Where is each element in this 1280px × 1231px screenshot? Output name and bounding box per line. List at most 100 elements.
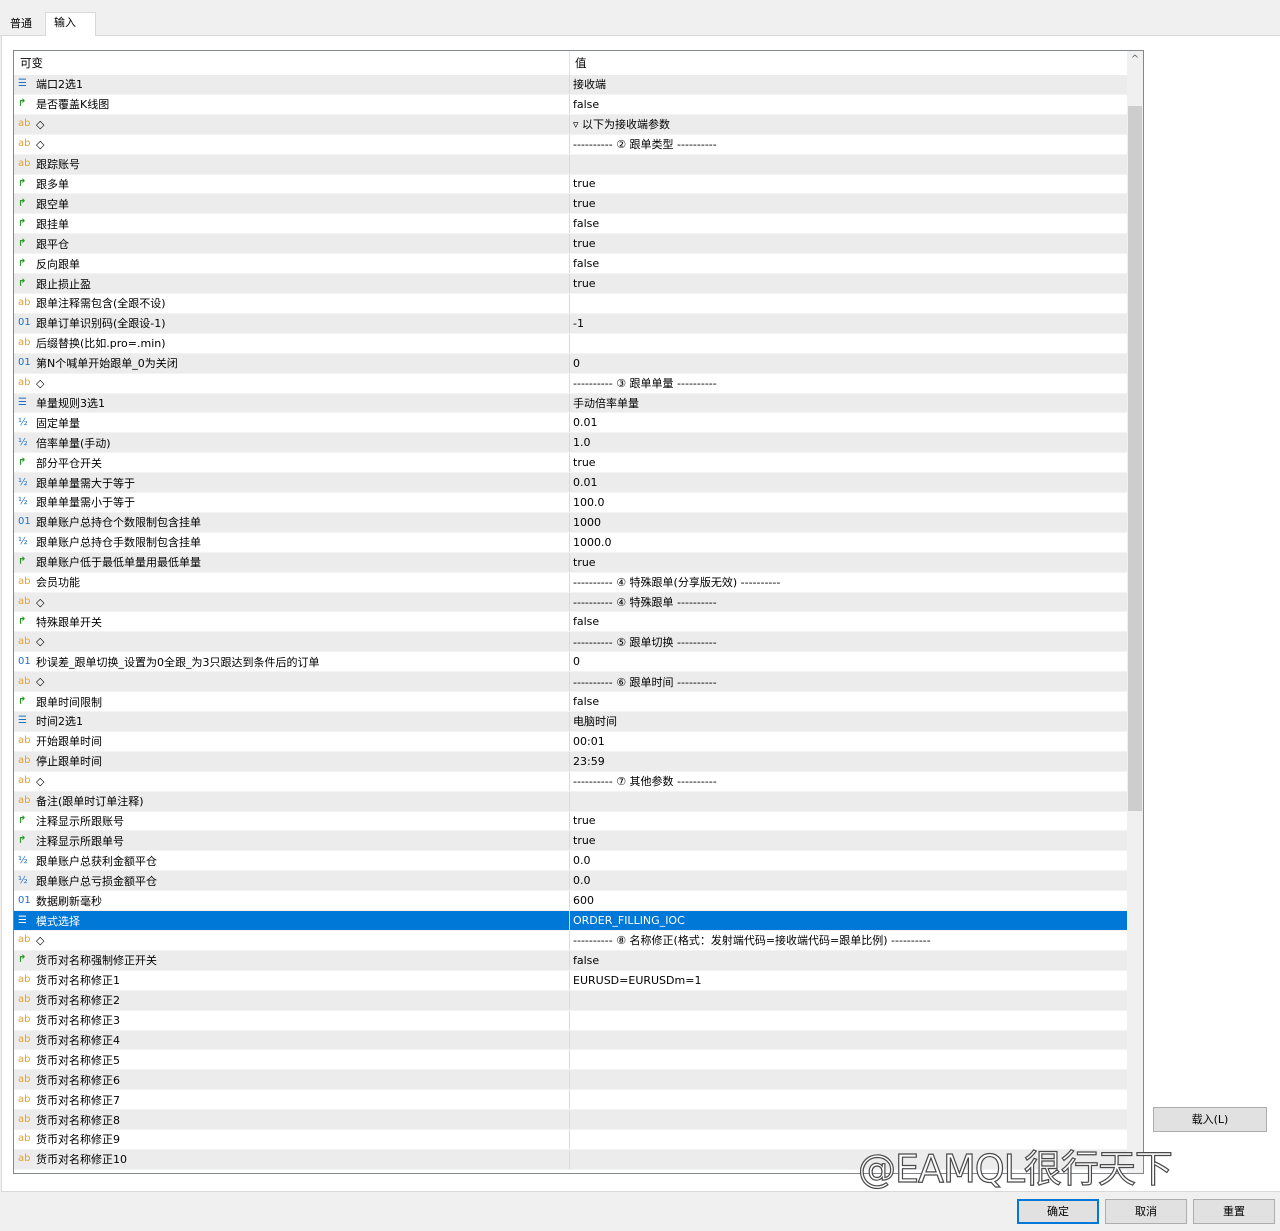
parameter-name-cell[interactable]: ab ◇ — [14, 373, 570, 393]
parameter-row[interactable]: 01 秒误差_跟单切换_设置为0全跟_为3只跟达到条件后的订单 0 — [14, 652, 1127, 673]
parameter-name-cell[interactable]: ab 货币对名称修正8 — [14, 1110, 570, 1130]
parameter-row[interactable]: ½ 跟单账户总亏损金额平仓 0.0 — [14, 871, 1127, 892]
parameter-name-cell[interactable]: ↱ 反向跟单 — [14, 254, 570, 274]
parameter-name-cell[interactable]: ab 跟踪账号 — [14, 154, 570, 174]
parameter-row[interactable]: ab 停止跟单时间 23:59 — [14, 751, 1127, 772]
parameter-row[interactable]: ab 货币对名称修正6 — [14, 1070, 1127, 1091]
parameter-name-cell[interactable]: ↱ 跟止损止盈 — [14, 274, 570, 293]
reset-button[interactable]: 重置 — [1193, 1199, 1275, 1224]
parameter-name-cell[interactable]: ½ 跟单单量需小于等于 — [14, 493, 570, 512]
parameter-value-cell[interactable] — [570, 991, 1127, 1010]
column-header-variable[interactable]: 可变 — [14, 51, 570, 75]
parameter-row[interactable]: ab ◇ ---------- ③ 跟单单量 ---------- — [14, 373, 1127, 394]
parameter-row[interactable]: ab 货币对名称修正2 — [14, 990, 1127, 1011]
parameter-row[interactable]: ab 开始跟单时间 00:01 — [14, 731, 1127, 752]
parameter-value-cell[interactable]: 1000.0 — [570, 533, 1127, 552]
parameter-name-cell[interactable]: ☰ 端口2选1 — [14, 75, 570, 94]
parameter-row[interactable]: ab ◇ ---------- ⑥ 跟单时间 ---------- — [14, 672, 1127, 693]
parameter-value-cell[interactable]: true — [570, 274, 1127, 293]
parameter-name-cell[interactable]: ↱ 注释显示所跟账号 — [14, 811, 570, 831]
parameter-row[interactable]: ab 货币对名称修正4 — [14, 1030, 1127, 1051]
parameter-row[interactable]: ab 备注(跟单时订单注释) — [14, 791, 1127, 812]
parameter-row[interactable]: ab 货币对名称修正7 — [14, 1090, 1127, 1111]
parameter-row[interactable]: ↱ 是否覆盖K线图 false — [14, 94, 1127, 115]
parameter-value-cell[interactable]: false — [570, 254, 1127, 273]
parameter-name-cell[interactable]: ↱ 跟单时间限制 — [14, 692, 570, 711]
parameter-name-cell[interactable]: ab ◇ — [14, 114, 570, 134]
parameter-value-cell[interactable]: true — [570, 831, 1127, 850]
parameter-name-cell[interactable]: ↱ 特殊跟单开关 — [14, 612, 570, 632]
parameter-name-cell[interactable]: ½ 跟单账户总亏损金额平仓 — [14, 871, 570, 891]
parameter-value-cell[interactable]: 1000 — [570, 513, 1127, 532]
scroll-up-icon[interactable]: ^ — [1127, 51, 1143, 68]
parameter-value-cell[interactable] — [570, 792, 1127, 811]
parameter-row[interactable]: ½ 跟单单量需大于等于 0.01 — [14, 473, 1127, 494]
parameter-row[interactable]: ↱ 跟多单 true — [14, 174, 1127, 195]
parameter-name-cell[interactable]: ↱ 跟挂单 — [14, 214, 570, 234]
parameter-value-cell[interactable]: ---------- ⑤ 跟单切换 ---------- — [570, 632, 1127, 651]
parameter-value-cell[interactable]: 100.0 — [570, 493, 1127, 512]
tab-common[interactable]: 普通 — [2, 14, 44, 36]
parameter-name-cell[interactable]: ab ◇ — [14, 134, 570, 154]
parameter-row[interactable]: ↱ 跟止损止盈 true — [14, 274, 1127, 294]
parameter-value-cell[interactable]: 0 — [570, 652, 1127, 671]
parameter-row[interactable]: ab ◇ ---------- ④ 特殊跟单 ---------- — [14, 592, 1127, 613]
parameter-value-cell[interactable] — [570, 155, 1127, 174]
parameter-value-cell[interactable]: false — [570, 951, 1127, 970]
parameter-value-cell[interactable]: true — [570, 453, 1127, 472]
parameter-name-cell[interactable]: 01 第N个喊单开始跟单_0为关闭 — [14, 353, 570, 373]
parameter-name-cell[interactable]: ½ 跟单单量需大于等于 — [14, 473, 570, 493]
parameter-value-cell[interactable]: true — [570, 812, 1127, 831]
parameter-row[interactable]: 01 跟单账户总持仓个数限制包含挂单 1000 — [14, 512, 1127, 533]
parameter-value-cell[interactable]: 0.01 — [570, 413, 1127, 432]
parameter-value-cell[interactable]: 0.0 — [570, 871, 1127, 890]
parameter-value-cell[interactable]: 手动倍率单量 — [570, 394, 1127, 413]
parameter-value-cell[interactable]: ▿ 以下为接收端参数 — [570, 115, 1127, 134]
parameter-value-cell[interactable] — [570, 1011, 1127, 1030]
parameter-value-cell[interactable]: 00:01 — [570, 732, 1127, 751]
parameter-value-cell[interactable]: 23:59 — [570, 752, 1127, 771]
parameter-value-cell[interactable]: ---------- ④ 特殊跟单 ---------- — [570, 593, 1127, 612]
parameter-value-cell[interactable]: false — [570, 214, 1127, 233]
parameter-name-cell[interactable]: 01 秒误差_跟单切换_设置为0全跟_为3只跟达到条件后的订单 — [14, 652, 570, 672]
parameter-row[interactable]: ab 跟单注释需包含(全跟不设) — [14, 293, 1127, 314]
parameter-row[interactable]: ☰ 端口2选1 接收端 — [14, 75, 1127, 95]
parameter-name-cell[interactable]: ab 货币对名称修正10 — [14, 1149, 570, 1169]
parameter-value-cell[interactable] — [570, 334, 1127, 353]
parameter-value-cell[interactable] — [570, 1110, 1127, 1129]
parameter-value-cell[interactable]: ---------- ③ 跟单单量 ---------- — [570, 374, 1127, 393]
parameter-name-cell[interactable]: ab 后缀替换(比如.pro=.min) — [14, 333, 570, 353]
parameter-row[interactable]: ab ◇ ▿ 以下为接收端参数 — [14, 114, 1127, 135]
parameter-value-cell[interactable]: true — [570, 553, 1127, 572]
parameter-name-cell[interactable]: ab 开始跟单时间 — [14, 731, 570, 751]
parameter-row[interactable]: 01 跟单订单识别码(全跟设-1) -1 — [14, 313, 1127, 334]
parameter-name-cell[interactable]: ab 货币对名称修正2 — [14, 990, 570, 1010]
parameter-name-cell[interactable]: ab ◇ — [14, 592, 570, 612]
parameter-value-cell[interactable]: ---------- ⑧ 名称修正(格式：发射端代码=接收端代码=跟单比例) -… — [570, 931, 1127, 950]
parameter-row[interactable]: ½ 固定单量 0.01 — [14, 413, 1127, 434]
parameter-row[interactable]: ↱ 跟单账户低于最低单量用最低单量 true — [14, 552, 1127, 573]
parameter-name-cell[interactable]: 01 数据刷新毫秒 — [14, 891, 570, 911]
parameter-row[interactable]: ½ 倍率单量(手动) 1.0 — [14, 433, 1127, 454]
parameter-value-cell[interactable]: 0.0 — [570, 851, 1127, 870]
parameter-name-cell[interactable]: ab ◇ — [14, 771, 570, 791]
column-header-value[interactable]: 值 — [570, 51, 1127, 75]
parameter-name-cell[interactable]: ↱ 跟平仓 — [14, 234, 570, 254]
parameter-value-cell[interactable]: 0.01 — [570, 473, 1127, 492]
parameter-value-cell[interactable] — [570, 1090, 1127, 1109]
parameter-name-cell[interactable]: ab ◇ — [14, 672, 570, 692]
parameter-name-cell[interactable]: ab 跟单注释需包含(全跟不设) — [14, 293, 570, 313]
parameter-row[interactable]: ab 货币对名称修正1 EURUSD=EURUSDm=1 — [14, 970, 1127, 991]
parameter-value-cell[interactable]: true — [570, 194, 1127, 213]
parameter-value-cell[interactable]: -1 — [570, 314, 1127, 333]
parameter-row[interactable]: ab ◇ ---------- ⑧ 名称修正(格式：发射端代码=接收端代码=跟单比例… — [14, 930, 1127, 951]
parameter-name-cell[interactable]: ab ◇ — [14, 632, 570, 652]
parameter-row[interactable]: ab ◇ ---------- ⑦ 其他参数 ---------- — [14, 771, 1127, 792]
parameter-row[interactable]: ab 后缀替换(比如.pro=.min) — [14, 333, 1127, 354]
parameter-name-cell[interactable]: ab 备注(跟单时订单注释) — [14, 791, 570, 811]
parameter-name-cell[interactable]: ½ 跟单账户总获利金额平仓 — [14, 851, 570, 871]
parameter-name-cell[interactable]: ☰ 单量规则3选1 — [14, 393, 570, 413]
parameter-name-cell[interactable]: ab 货币对名称修正4 — [14, 1030, 570, 1050]
parameter-name-cell[interactable]: ↱ 注释显示所跟单号 — [14, 831, 570, 851]
parameter-row[interactable]: ↱ 注释显示所跟单号 true — [14, 831, 1127, 852]
